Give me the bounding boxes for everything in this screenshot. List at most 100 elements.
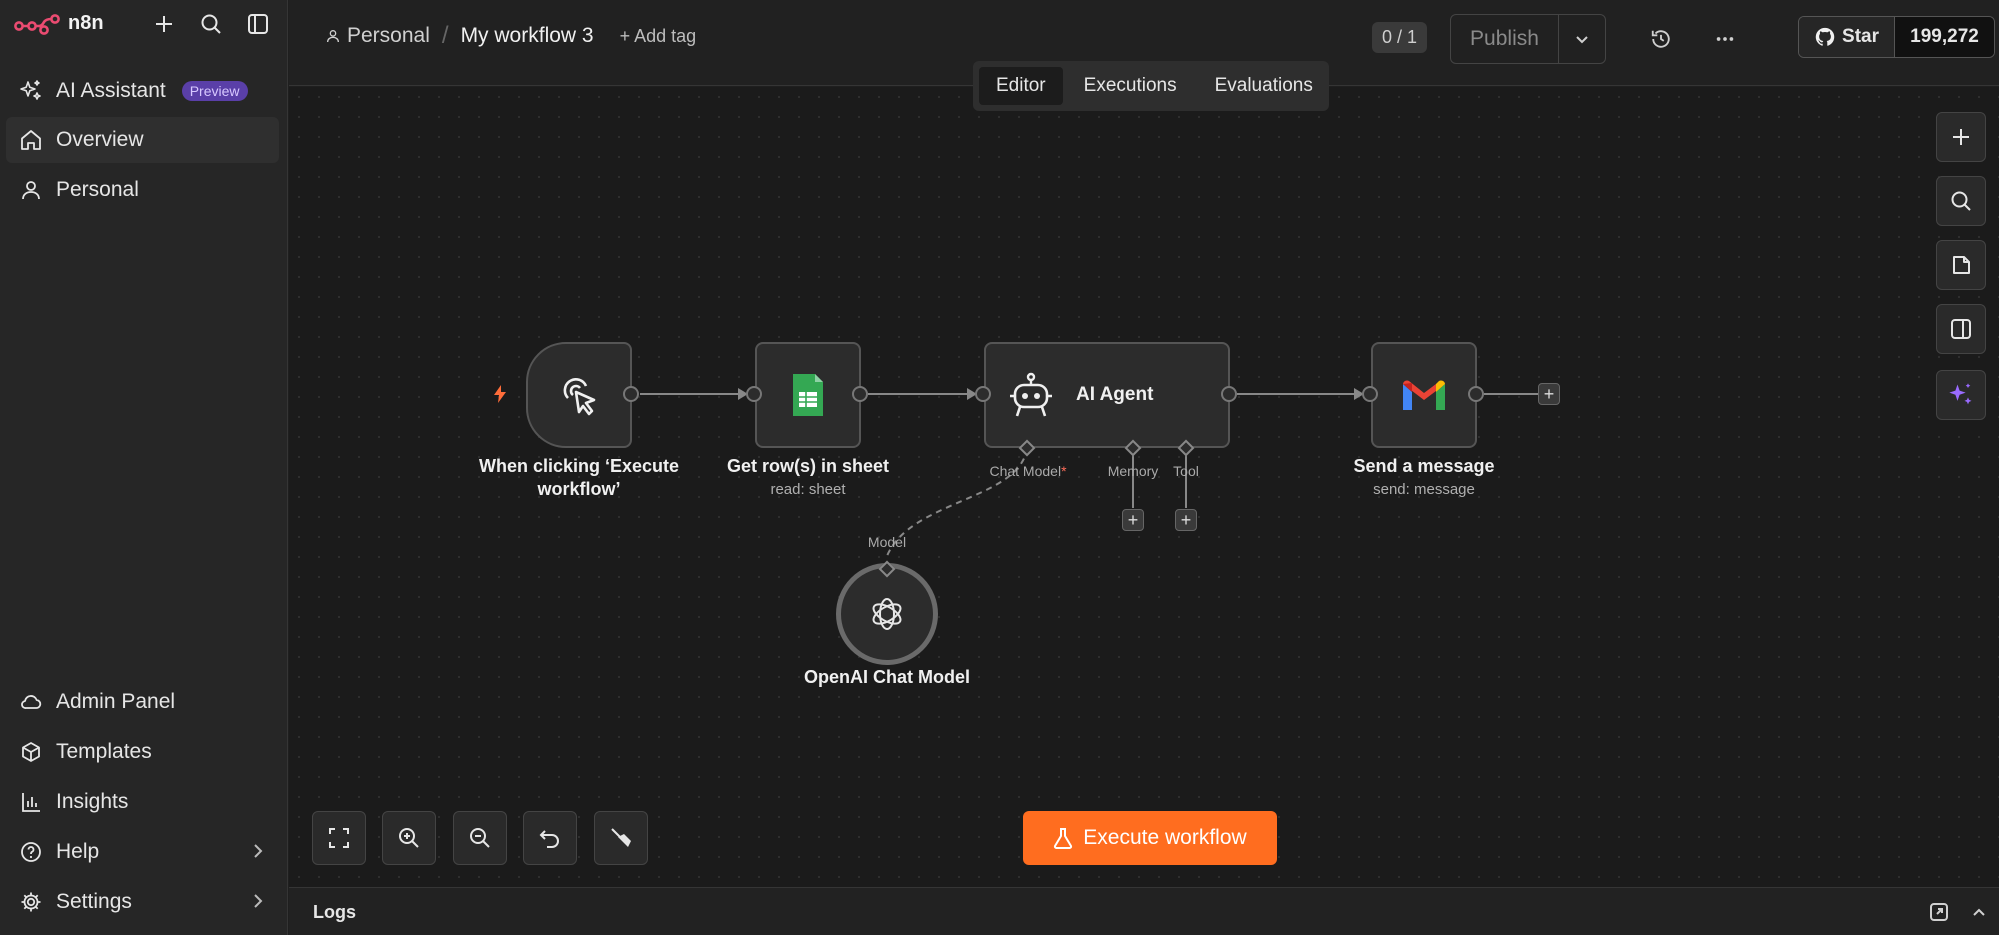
gear-icon bbox=[18, 889, 44, 915]
reset-zoom-button[interactable] bbox=[523, 811, 577, 865]
github-icon bbox=[1815, 27, 1835, 46]
sidebar-item-insights[interactable]: Insights bbox=[6, 779, 279, 825]
sidebar-item-label: Personal bbox=[56, 178, 139, 201]
app-name: n8n bbox=[68, 12, 104, 34]
google-sheets-icon bbox=[793, 374, 823, 416]
robot-icon bbox=[1010, 372, 1052, 417]
chevron-up-icon[interactable] bbox=[1971, 904, 1987, 925]
sidebar-item-label: Help bbox=[56, 840, 100, 863]
broom-icon bbox=[611, 828, 631, 847]
panel-icon bbox=[1951, 319, 1971, 339]
search-nodes-button[interactable] bbox=[1936, 176, 1986, 226]
github-star: Star bbox=[1799, 17, 1895, 57]
node-manual-trigger[interactable] bbox=[526, 342, 632, 448]
breadcrumb-separator: / bbox=[441, 22, 449, 49]
more-options-icon[interactable] bbox=[1712, 26, 1738, 52]
tab-evaluations[interactable]: Evaluations bbox=[1198, 67, 1330, 105]
bar-chart-icon bbox=[18, 789, 44, 815]
popout-icon[interactable] bbox=[1929, 902, 1949, 927]
zoom-out-icon bbox=[470, 828, 490, 848]
node-label: Get row(s) in sheet bbox=[726, 456, 890, 476]
add-next-node-button[interactable]: + bbox=[1538, 383, 1560, 405]
user-icon bbox=[327, 30, 339, 43]
add-tool-button[interactable]: + bbox=[1175, 509, 1197, 531]
sparkles-icon bbox=[1949, 383, 1972, 405]
add-tag-button[interactable]: + Add tag bbox=[620, 26, 697, 47]
tab-editor[interactable]: Editor bbox=[979, 67, 1063, 105]
sidebar-item-settings[interactable]: Settings bbox=[6, 879, 279, 925]
cursor-click-icon bbox=[563, 378, 596, 416]
node-google-sheets[interactable] bbox=[755, 342, 861, 448]
github-star-button[interactable]: Star 199,272 bbox=[1798, 16, 1995, 58]
input-port[interactable] bbox=[746, 386, 762, 402]
workflow-name[interactable]: My workflow 3 bbox=[461, 24, 594, 48]
chevron-down-icon bbox=[1576, 36, 1588, 44]
n8n-logo[interactable]: n8n bbox=[14, 12, 104, 35]
sidebar-item-admin-panel[interactable]: Admin Panel bbox=[6, 679, 279, 725]
sidebar-item-personal[interactable]: Personal bbox=[6, 167, 279, 213]
add-icon[interactable] bbox=[152, 12, 176, 36]
node-openai-chat-model[interactable] bbox=[836, 563, 938, 665]
output-port[interactable] bbox=[852, 386, 868, 402]
chevron-right-icon bbox=[251, 891, 265, 917]
gmail-icon bbox=[1403, 380, 1445, 410]
box-icon bbox=[18, 739, 44, 765]
tidy-up-button[interactable] bbox=[594, 811, 648, 865]
output-port[interactable] bbox=[1221, 386, 1237, 402]
sticky-note-button[interactable] bbox=[1936, 240, 1986, 290]
logs-panel[interactable]: Logs bbox=[289, 887, 1999, 935]
input-port[interactable] bbox=[975, 386, 991, 402]
node-label: AI Agent bbox=[1076, 384, 1154, 405]
output-port[interactable] bbox=[623, 386, 639, 402]
ai-assistant-button[interactable] bbox=[1936, 370, 1986, 420]
fit-view-button[interactable] bbox=[312, 811, 366, 865]
history-icon[interactable] bbox=[1648, 26, 1674, 52]
user-icon bbox=[18, 177, 44, 203]
search-icon[interactable] bbox=[199, 12, 223, 36]
help-icon bbox=[18, 839, 44, 865]
sidebar-item-templates[interactable]: Templates bbox=[6, 729, 279, 775]
sidebar-item-ai-assistant[interactable]: AI Assistant Preview bbox=[6, 68, 279, 114]
node-subtitle: send: message bbox=[1373, 481, 1475, 498]
zoom-in-icon bbox=[399, 828, 419, 848]
required-marker: * bbox=[1061, 463, 1067, 479]
sidebar-item-help[interactable]: Help bbox=[6, 829, 279, 875]
view-tabs: Editor Executions Evaluations bbox=[973, 61, 1329, 111]
node-label: When clicking ‘Execute workflow’ bbox=[478, 456, 680, 499]
project-breadcrumb[interactable]: Personal bbox=[325, 24, 430, 48]
sparkles-icon bbox=[18, 78, 44, 104]
sidebar-item-label: AI Assistant bbox=[56, 79, 166, 102]
sidebar-item-label: Settings bbox=[56, 890, 132, 913]
input-port[interactable] bbox=[1362, 386, 1378, 402]
github-star-label: Star bbox=[1842, 26, 1879, 47]
model-port-label: Model bbox=[867, 534, 907, 550]
preview-badge: Preview bbox=[181, 81, 248, 101]
execute-workflow-button[interactable]: Execute workflow bbox=[1023, 811, 1277, 865]
publish-button[interactable]: Publish bbox=[1451, 15, 1559, 63]
publish-button-group: Publish bbox=[1450, 14, 1606, 64]
chevron-right-icon bbox=[251, 841, 265, 867]
node-gmail[interactable] bbox=[1371, 342, 1477, 448]
plus-icon bbox=[1953, 129, 1969, 145]
sidebar-item-label: Overview bbox=[56, 128, 144, 151]
execute-workflow-label: Execute workflow bbox=[1083, 826, 1247, 849]
breadcrumb: Personal / My workflow 3 + Add tag bbox=[325, 22, 696, 50]
node-ai-agent[interactable]: AI Agent bbox=[984, 342, 1230, 448]
trigger-bolt-icon bbox=[494, 385, 506, 403]
sidebar-item-label: Admin Panel bbox=[56, 690, 176, 713]
sidebar-toggle-icon[interactable] bbox=[246, 12, 270, 36]
zoom-out-button[interactable] bbox=[453, 811, 507, 865]
add-node-button[interactable] bbox=[1936, 112, 1986, 162]
home-icon bbox=[18, 127, 44, 153]
tab-executions[interactable]: Executions bbox=[1067, 67, 1194, 105]
add-memory-button[interactable]: + bbox=[1122, 509, 1144, 531]
output-port[interactable] bbox=[1468, 386, 1484, 402]
sticky-note-icon bbox=[1953, 256, 1970, 274]
toggle-panel-button[interactable] bbox=[1936, 304, 1986, 354]
publish-dropdown-button[interactable] bbox=[1559, 15, 1605, 63]
zoom-in-button[interactable] bbox=[382, 811, 436, 865]
n8n-logo-icon bbox=[14, 13, 60, 35]
node-subtitle: read: sheet bbox=[770, 481, 846, 498]
sidebar-item-overview[interactable]: Overview bbox=[6, 117, 279, 163]
memory-label: Memory bbox=[1107, 463, 1159, 479]
